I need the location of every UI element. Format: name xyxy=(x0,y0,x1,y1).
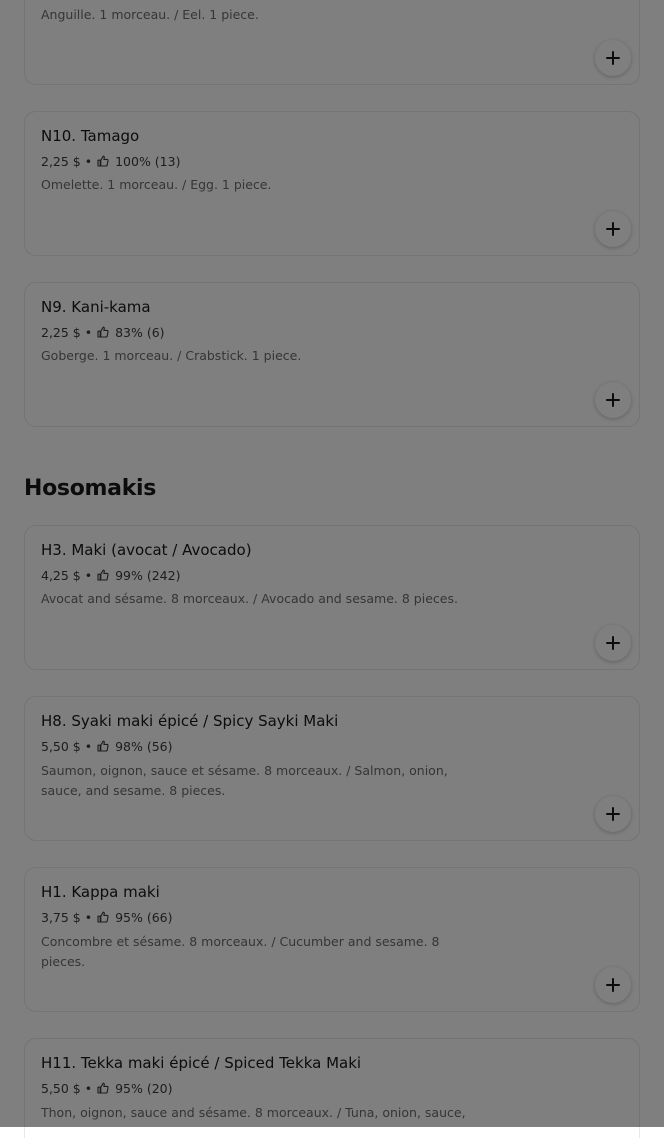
modal-backdrop-overlay[interactable] xyxy=(0,0,664,1127)
